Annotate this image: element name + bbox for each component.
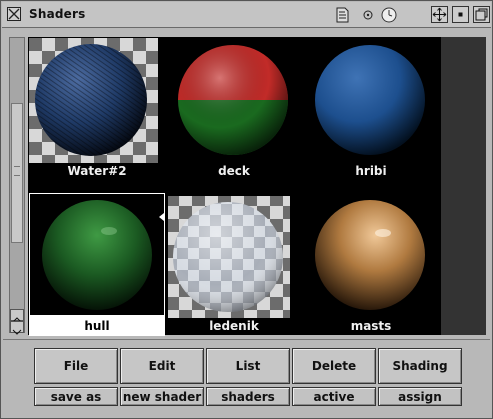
assign-button[interactable]: assign — [378, 387, 462, 406]
divider — [3, 339, 490, 340]
shader-label: deck — [218, 164, 250, 178]
title-bar[interactable]: Shaders — [2, 2, 491, 28]
close-icon[interactable] — [7, 7, 21, 21]
scroll-down-icon[interactable] — [10, 321, 24, 335]
shader-label: hribi — [355, 164, 387, 178]
preview-margin — [441, 37, 486, 335]
shader-preview-grid: Water#2 deck hribi hull ledenik masts — [28, 37, 441, 336]
list-button[interactable]: List — [206, 348, 290, 384]
shader-swatch-hribi[interactable]: hribi — [303, 38, 439, 193]
edit-button[interactable]: Edit — [120, 348, 204, 384]
active-button[interactable]: active — [292, 387, 376, 406]
shader-label: hull — [84, 319, 110, 333]
target-icon[interactable] — [359, 6, 377, 24]
restore-icon[interactable] — [473, 6, 490, 23]
shading-button[interactable]: Shading — [378, 348, 462, 384]
vertical-scrollbar[interactable] — [9, 37, 25, 333]
shader-label: ledenik — [209, 319, 259, 333]
file-button[interactable]: File — [34, 348, 118, 384]
shaders-window: Shaders Water#2 deck hribi hull ledenik … — [0, 0, 493, 419]
minimize-icon[interactable] — [452, 6, 469, 23]
shaders-button[interactable]: shaders — [206, 387, 290, 406]
save-as-button[interactable]: save as — [34, 387, 118, 406]
scroll-up-icon[interactable] — [10, 309, 24, 323]
clock-icon[interactable] — [380, 6, 398, 24]
window-title: Shaders — [29, 7, 86, 21]
shader-label: masts — [350, 319, 392, 333]
delete-button[interactable]: Delete — [292, 348, 376, 384]
selection-marker-icon — [159, 213, 164, 221]
document-icon[interactable] — [333, 6, 351, 24]
shader-swatch-deck[interactable]: deck — [166, 38, 302, 193]
shader-swatch-hull[interactable]: hull — [29, 193, 165, 336]
shader-swatch-water[interactable]: Water#2 — [29, 38, 165, 193]
scrollbar-thumb[interactable] — [11, 103, 23, 243]
shader-swatch-masts[interactable]: masts — [303, 193, 439, 348]
shader-label: Water#2 — [67, 164, 127, 178]
shader-swatch-ledenik[interactable]: ledenik — [166, 193, 302, 348]
move-icon[interactable] — [431, 6, 448, 23]
new-shader-button[interactable]: new shader — [120, 387, 204, 406]
